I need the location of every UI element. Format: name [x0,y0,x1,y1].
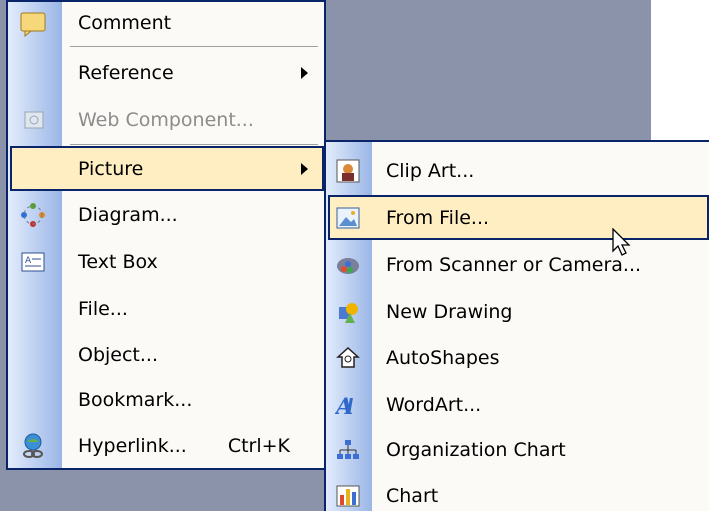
menu-separator [70,46,318,47]
from-file-icon [333,203,363,233]
menu-item-picture[interactable]: Picture [10,146,324,191]
clip-art-icon [333,156,363,186]
submenu-item-autoshapes[interactable]: AutoShapes [326,335,709,380]
menu-item-object[interactable]: Object... [8,332,324,377]
mouse-cursor-icon [612,228,631,256]
submenu-item-new-drawing[interactable]: New Drawing [326,289,709,334]
menu-item-text-box[interactable]: A Text Box [8,239,324,284]
menu-item-label: Comment [78,11,172,34]
menu-item-reference[interactable]: Reference [8,50,324,95]
picture-submenu: Clip Art... From File... From Scanner or… [324,140,709,511]
menu-item-label: From File... [386,206,490,229]
menu-item-label: Organization Chart [386,438,566,461]
menu-item-shortcut: Ctrl+K [227,434,290,457]
scanner-camera-icon [333,250,363,280]
menu-item-comment[interactable]: Comment [8,0,324,45]
chart-icon [333,481,363,511]
menu-item-label: AutoShapes [386,346,500,369]
menu-item-web-component[interactable]: Web Component... [8,97,324,142]
menu-item-hyperlink[interactable]: Hyperlink... Ctrl+K [8,423,324,468]
submenu-arrow-icon [301,162,308,175]
menu-item-label: Picture [78,157,144,180]
menu-item-label: Hyperlink... [78,434,187,457]
menu-item-label: Clip Art... [386,159,475,182]
autoshapes-icon [333,343,363,373]
comment-icon [18,8,48,38]
text-box-icon: A [18,247,48,277]
menu-item-bookmark[interactable]: Bookmark... [8,377,324,422]
menu-item-file[interactable]: File... [8,286,324,331]
menu-separator [70,144,318,145]
svg-text:A: A [25,256,32,266]
menu-item-label: New Drawing [386,300,513,323]
insert-menu: Comment Reference Web Component... Pictu… [6,0,326,470]
organization-chart-icon [333,435,363,465]
submenu-item-wordart[interactable]: A WordArt... [326,382,709,427]
hyperlink-icon [18,431,48,461]
submenu-item-organization-chart[interactable]: Organization Chart [326,427,709,472]
menu-item-label: Diagram... [78,203,178,226]
submenu-arrow-icon [301,66,308,79]
web-component-icon [18,105,48,135]
menu-item-label: From Scanner or Camera... [386,253,642,276]
menu-item-diagram[interactable]: Diagram... [8,192,324,237]
submenu-item-from-file[interactable]: From File... [328,195,709,240]
menu-item-label: Object... [78,343,158,366]
submenu-item-chart[interactable]: Chart [326,473,709,518]
menu-item-label: Bookmark... [78,388,193,411]
menu-item-label: WordArt... [386,393,482,416]
menu-item-label: Web Component... [78,108,254,131]
wordart-icon: A [333,390,363,420]
menu-item-label: File... [78,297,128,320]
menu-item-label: Reference [78,61,174,84]
diagram-icon [18,200,48,230]
menu-item-label: Text Box [78,250,158,273]
submenu-item-from-scanner[interactable]: From Scanner or Camera... [326,242,709,287]
menu-item-label: Chart [386,484,439,507]
submenu-item-clip-art[interactable]: Clip Art... [326,148,709,193]
new-drawing-icon [333,297,363,327]
